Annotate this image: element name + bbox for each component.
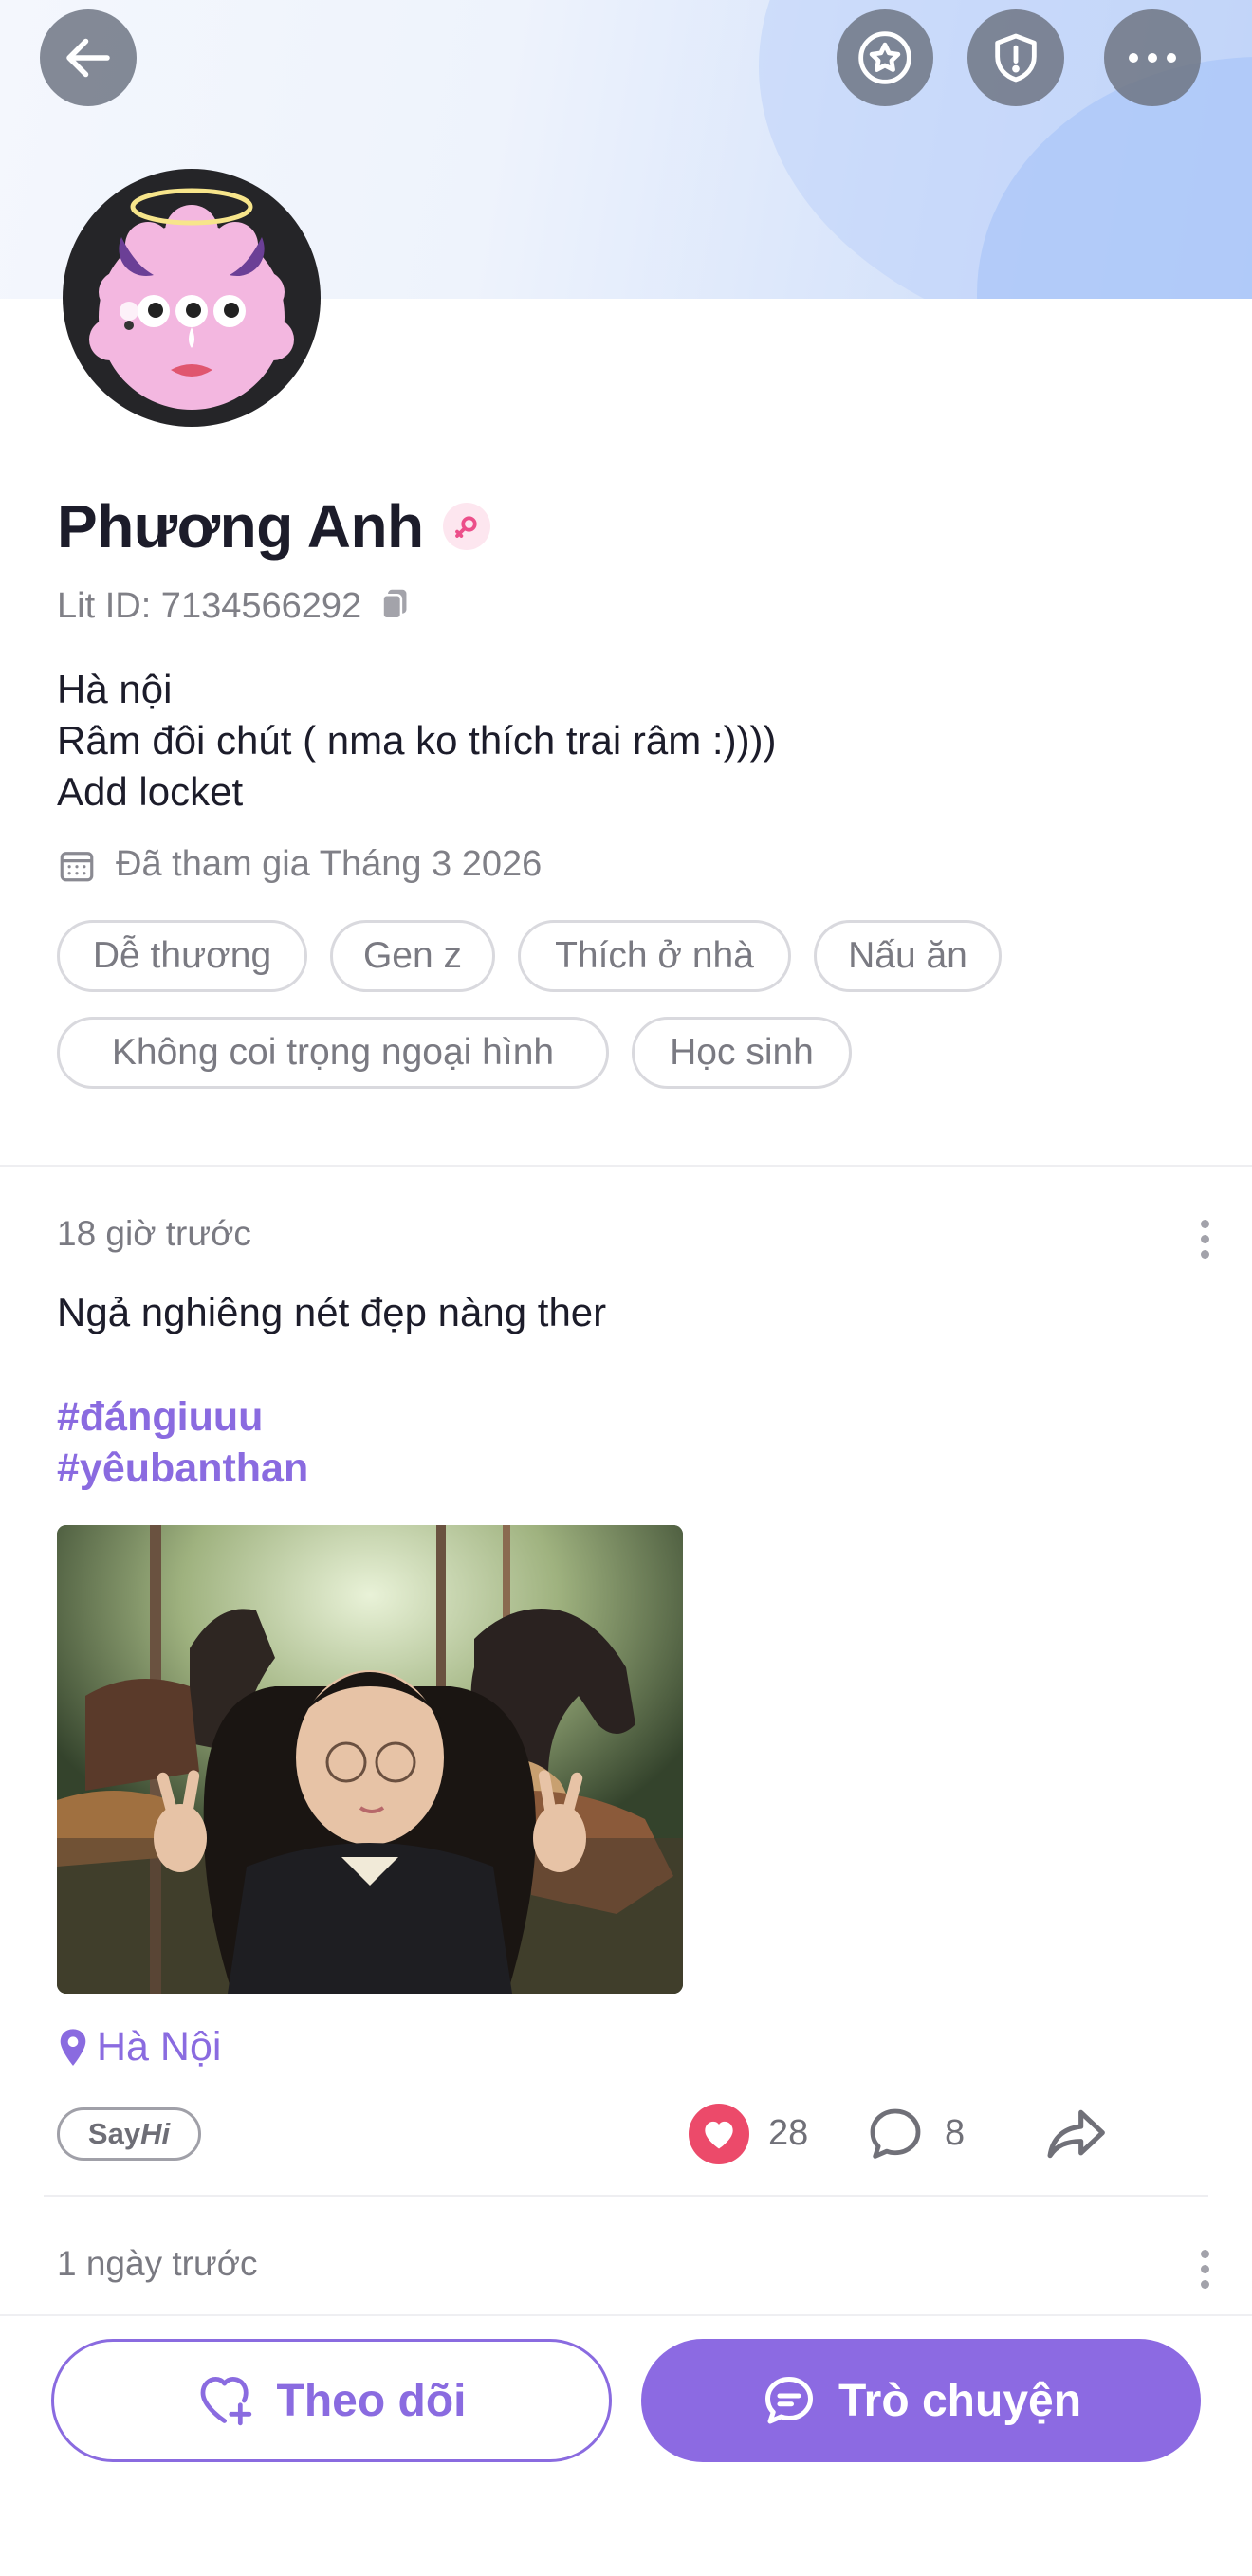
calendar-icon (60, 851, 94, 881)
like-button[interactable] (689, 2104, 749, 2164)
profile-name: Phương Anh (57, 492, 424, 561)
post-text: Ngả nghiêng nét đẹp nàng ther (57, 1290, 607, 1334)
more-button[interactable] (1104, 9, 1201, 106)
lit-id: Lit ID: 7134566292 (57, 586, 362, 626)
post-timestamp: 18 giờ trước (57, 1214, 251, 1253)
follow-label: Theo dõi (276, 2375, 467, 2426)
favorite-button[interactable] (837, 9, 933, 106)
tag-chip: Học sinh (632, 1017, 852, 1089)
post-location[interactable]: Hà Nội (57, 2024, 221, 2070)
report-button[interactable] (967, 9, 1064, 106)
sayhi-label-hi: Hi (140, 2117, 171, 2150)
profile-name-row: Phương Anh (57, 491, 490, 561)
like-count: 28 (768, 2113, 809, 2153)
lit-id-row: Lit ID: 7134566292 (57, 586, 411, 627)
hashtag-link[interactable]: #yêubanthan (57, 1445, 308, 1492)
share-icon[interactable] (1043, 2104, 1108, 2164)
joined-date: Đã tham gia Tháng 3 2026 (116, 844, 543, 884)
bio-line: Râm đôi chút ( nma ko thích trai râm :))… (57, 718, 777, 763)
chat-bubble-icon (764, 2377, 813, 2424)
tag-chip: Dễ thương (57, 920, 307, 992)
arrow-left-icon (66, 38, 110, 78)
heart-icon (705, 2121, 733, 2149)
avatar[interactable] (63, 169, 321, 427)
female-symbol-icon (442, 503, 490, 550)
location-label: Hà Nội (97, 2024, 222, 2070)
sayhi-label: Say (87, 2117, 141, 2150)
comment-count: 8 (945, 2113, 966, 2153)
back-button[interactable] (40, 9, 137, 106)
bio-line: Hà nội (57, 667, 173, 711)
sayhi-button[interactable]: Say Hi (57, 2107, 201, 2161)
joined-row: Đã tham gia Tháng 3 2026 (57, 844, 542, 885)
tag-chip: Nấu ăn (814, 920, 1002, 992)
divider (0, 1165, 1252, 1167)
tag-chip: Thích ở nhà (518, 920, 791, 992)
bio-line: Add locket (57, 769, 244, 814)
heart-plus-icon (200, 2376, 251, 2426)
shield-alert-icon (995, 33, 1037, 83)
tag-chip: Không coi trọng ngoại hình (57, 1017, 609, 1089)
post-photo[interactable] (57, 1525, 683, 1994)
map-pin-icon (60, 2028, 86, 2066)
post-timestamp: 1 ngày trước (57, 2244, 258, 2283)
tag-chip: Gen z (330, 920, 495, 992)
divider (44, 2195, 1208, 2197)
comment-icon[interactable] (865, 2104, 926, 2164)
profile-bio: Hà nội Râm đôi chút ( nma ko thích trai … (57, 664, 777, 818)
chat-label: Trò chuyện (838, 2375, 1082, 2426)
follow-button[interactable]: Theo dõi (51, 2339, 612, 2462)
chat-button[interactable]: Trò chuyện (641, 2339, 1201, 2462)
more-horizontal-icon (1129, 53, 1176, 63)
post-more-button[interactable] (1195, 2250, 1214, 2289)
hashtag-link[interactable]: #đángiuuu (57, 1394, 263, 1441)
copy-icon[interactable] (378, 587, 411, 626)
star-icon (858, 31, 911, 84)
post-more-button[interactable] (1195, 1220, 1214, 1259)
